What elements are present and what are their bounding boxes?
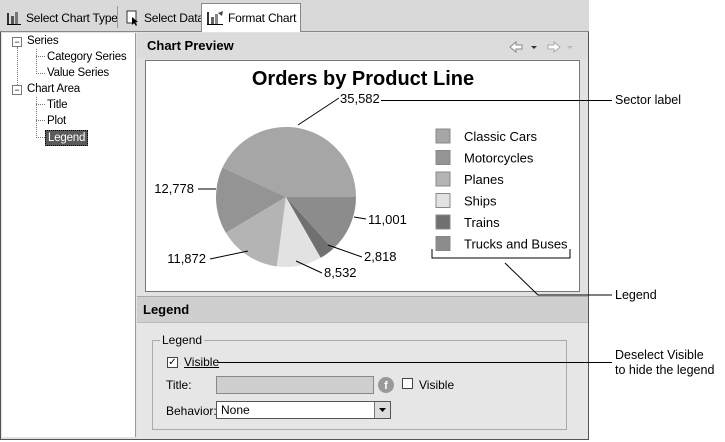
tab-format-chart[interactable]: Format Chart xyxy=(201,3,302,32)
legend-swatch xyxy=(435,150,451,165)
legend-swatch xyxy=(435,214,451,230)
legend-swatch xyxy=(435,171,451,187)
select-data-icon xyxy=(124,10,140,26)
legend-swatch xyxy=(435,193,451,208)
visible-label: Visible xyxy=(184,355,220,369)
legend-entry: Ships xyxy=(464,194,497,209)
legend-swatch xyxy=(435,128,451,144)
title-visible-checkbox[interactable] xyxy=(402,378,413,389)
tab-label: Format Chart xyxy=(228,11,297,25)
tree-item-title[interactable]: Title xyxy=(47,98,68,112)
chart-title: Orders by Product Line xyxy=(252,68,474,90)
sector-label: 11,001 xyxy=(368,212,407,227)
callout-legend: Legend xyxy=(615,288,657,302)
tree-item-value-series[interactable]: Value Series xyxy=(47,66,109,80)
callout-deselect-line1: Deselect Visible xyxy=(615,348,704,362)
legend-entry: Planes xyxy=(464,172,504,187)
tree-item-legend[interactable]: Legend xyxy=(45,130,89,146)
tree-item-category-series[interactable]: Category Series xyxy=(47,50,127,64)
chevron-down-icon[interactable] xyxy=(374,402,390,418)
back-arrow-icon[interactable] xyxy=(509,40,523,54)
title-label: Title: xyxy=(166,378,192,392)
leader-line xyxy=(353,216,367,220)
preview-nav xyxy=(508,39,578,55)
visible-checkbox[interactable]: ✓ xyxy=(167,357,178,368)
legend-entry: Trains xyxy=(464,215,500,230)
legend-entry: Trucks and Buses xyxy=(464,237,568,252)
expression-builder-button[interactable]: f xyxy=(376,376,396,394)
tree-item-plot[interactable]: Plot xyxy=(47,114,66,128)
collapse-icon[interactable]: − xyxy=(12,37,22,47)
tab-bar: Select Chart Type Select Data Format Cha… xyxy=(0,0,589,32)
tab-label: Select Chart Type xyxy=(26,11,118,25)
sector-label: 2,818 xyxy=(364,249,397,264)
dropdown-icon[interactable] xyxy=(567,46,573,49)
format-tree: − Series Category Series Value Series − … xyxy=(2,33,136,437)
callout-deselect-line2: to hide the legend xyxy=(615,363,715,377)
behavior-select[interactable]: None xyxy=(216,401,391,419)
legend-section-heading: Legend xyxy=(143,302,190,317)
sector-label: 8,532 xyxy=(324,265,357,280)
forward-arrow-icon[interactable] xyxy=(547,40,561,54)
behavior-value: None xyxy=(221,403,250,417)
leader-line xyxy=(327,244,363,258)
sector-label: 11,872 xyxy=(167,251,206,266)
tab-select-chart-type[interactable]: Select Chart Type xyxy=(2,4,122,32)
chart-preview: Orders by Product Line 35,582 12,778 11,87… xyxy=(145,60,580,292)
leader-line xyxy=(297,97,340,126)
behavior-label: Behavior: xyxy=(166,404,217,418)
collapse-icon[interactable]: − xyxy=(12,85,22,95)
dropdown-icon[interactable] xyxy=(531,46,537,49)
tree-item-series[interactable]: Series xyxy=(27,34,59,48)
sector-label: 35,582 xyxy=(340,91,380,106)
tab-select-data[interactable]: Select Data xyxy=(120,4,208,32)
tree-item-chart-area[interactable]: Chart Area xyxy=(27,82,80,96)
format-chart-icon xyxy=(206,10,224,26)
title-visible-label: Visible xyxy=(419,378,455,392)
legend-swatch xyxy=(435,236,451,251)
chart-type-icon xyxy=(6,10,22,26)
pie-chart: Orders by Product Line 35,582 12,778 11,87… xyxy=(154,68,571,280)
legend-entry: Classic Cars xyxy=(464,129,537,144)
title-input[interactable] xyxy=(216,376,374,394)
tab-label: Select Data xyxy=(144,11,204,25)
callout-sector-label: Sector label xyxy=(615,93,682,107)
svg-text:f: f xyxy=(384,380,388,392)
leader-line xyxy=(209,250,249,260)
legend-entry: Motorcycles xyxy=(464,151,534,166)
preview-heading: Chart Preview xyxy=(147,38,234,53)
legend-group-label: Legend xyxy=(160,333,205,347)
sector-label: 12,778 xyxy=(154,181,194,196)
